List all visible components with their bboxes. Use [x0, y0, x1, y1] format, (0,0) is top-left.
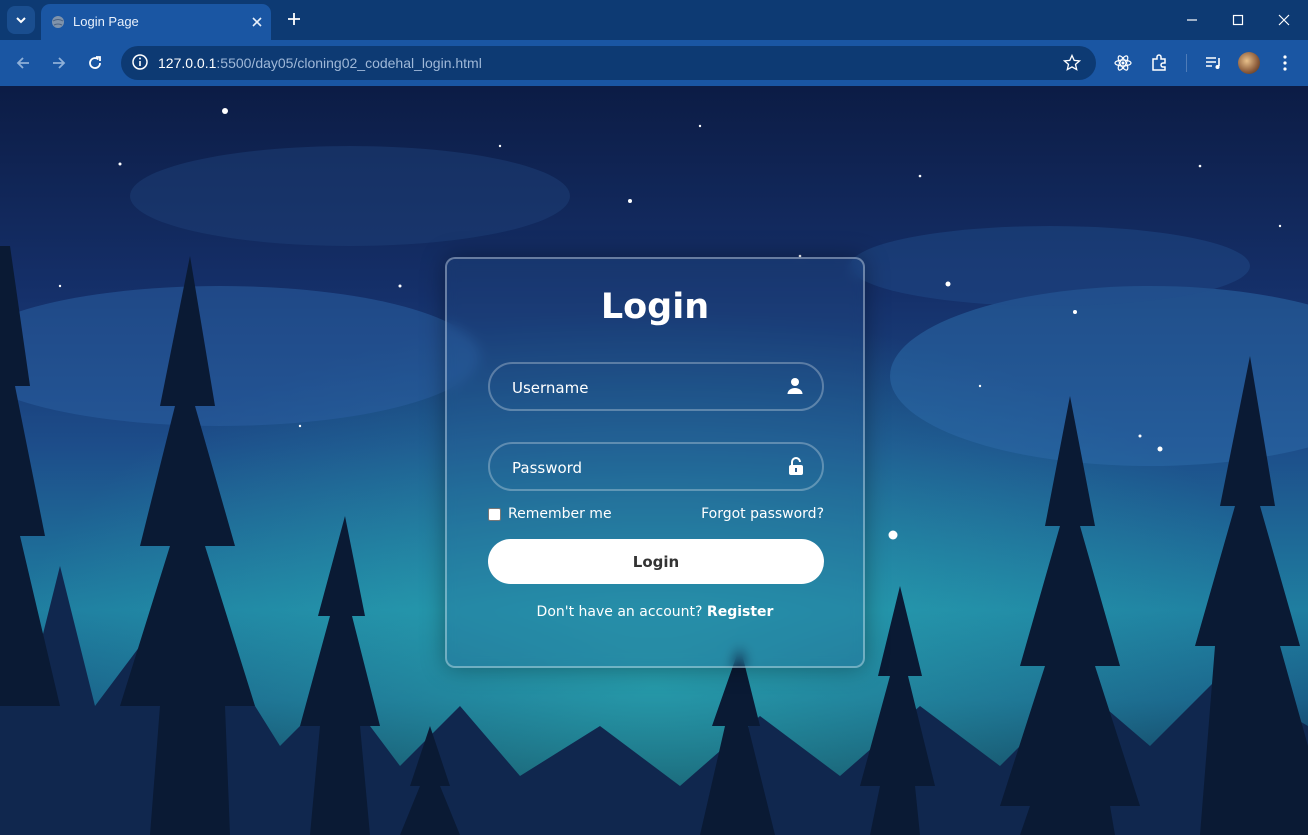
username-field[interactable] — [488, 362, 824, 411]
register-prompt: Don't have an account? — [536, 604, 703, 620]
more-vert-icon — [1283, 55, 1287, 71]
lock-icon — [788, 457, 804, 479]
react-devtools-icon[interactable] — [1111, 51, 1135, 75]
minimize-icon — [1187, 19, 1197, 21]
username-input[interactable] — [510, 364, 774, 411]
tab-search-button[interactable] — [7, 6, 35, 34]
page-viewport: Login Remember me Forgot password? Login… — [0, 86, 1308, 835]
menu-button[interactable] — [1273, 51, 1297, 75]
password-field[interactable] — [488, 442, 824, 491]
reload-icon — [89, 56, 101, 69]
media-queue-icon[interactable] — [1201, 51, 1225, 75]
user-icon — [786, 377, 804, 399]
remember-label: Remember me — [508, 506, 612, 522]
new-tab-button[interactable] — [283, 8, 305, 30]
site-info-icon[interactable] — [131, 53, 149, 75]
reload-button[interactable] — [83, 51, 107, 75]
profile-avatar[interactable] — [1238, 52, 1260, 74]
back-button[interactable] — [11, 51, 35, 75]
forgot-password-link[interactable]: Forgot password? — [701, 506, 824, 522]
tab-strip: Login Page — [0, 0, 1308, 40]
back-icon — [16, 57, 29, 69]
close-icon[interactable] — [248, 13, 266, 35]
extensions-icon[interactable] — [1147, 51, 1171, 75]
star-icon[interactable] — [1062, 53, 1082, 76]
chevron-down-icon — [16, 17, 26, 24]
globe-icon — [51, 14, 65, 33]
forward-icon — [53, 57, 66, 69]
url-host: 127.0.0.1 — [158, 55, 217, 71]
toolbar-separator — [1186, 54, 1187, 72]
active-tab[interactable]: Login Page — [41, 4, 271, 40]
login-card: Login Remember me Forgot password? Login… — [445, 257, 865, 668]
forward-button[interactable] — [47, 51, 71, 75]
plus-icon — [288, 13, 300, 25]
browser-toolbar: 127.0.0.1:5500/day05/cloning02_codehal_l… — [0, 40, 1308, 86]
close-icon — [1278, 14, 1290, 26]
close-window-button[interactable] — [1272, 8, 1296, 32]
maximize-icon — [1232, 14, 1244, 26]
url-path: :5500/day05/cloning02_codehal_login.html — [216, 55, 482, 71]
tab-title: Login Page — [73, 14, 139, 29]
login-button[interactable]: Login — [488, 539, 824, 584]
register-link[interactable]: Register — [707, 604, 774, 620]
url-text: 127.0.0.1:5500/day05/cloning02_codehal_l… — [158, 55, 482, 71]
login-title: Login — [600, 287, 710, 327]
remember-me[interactable]: Remember me — [488, 506, 612, 522]
password-input[interactable] — [510, 444, 774, 491]
minimize-button[interactable] — [1180, 8, 1204, 32]
register-line: Don't have an account? Register — [447, 604, 863, 620]
remember-checkbox[interactable] — [488, 507, 501, 521]
address-bar[interactable]: 127.0.0.1:5500/day05/cloning02_codehal_l… — [121, 46, 1096, 80]
maximize-button[interactable] — [1226, 8, 1250, 32]
